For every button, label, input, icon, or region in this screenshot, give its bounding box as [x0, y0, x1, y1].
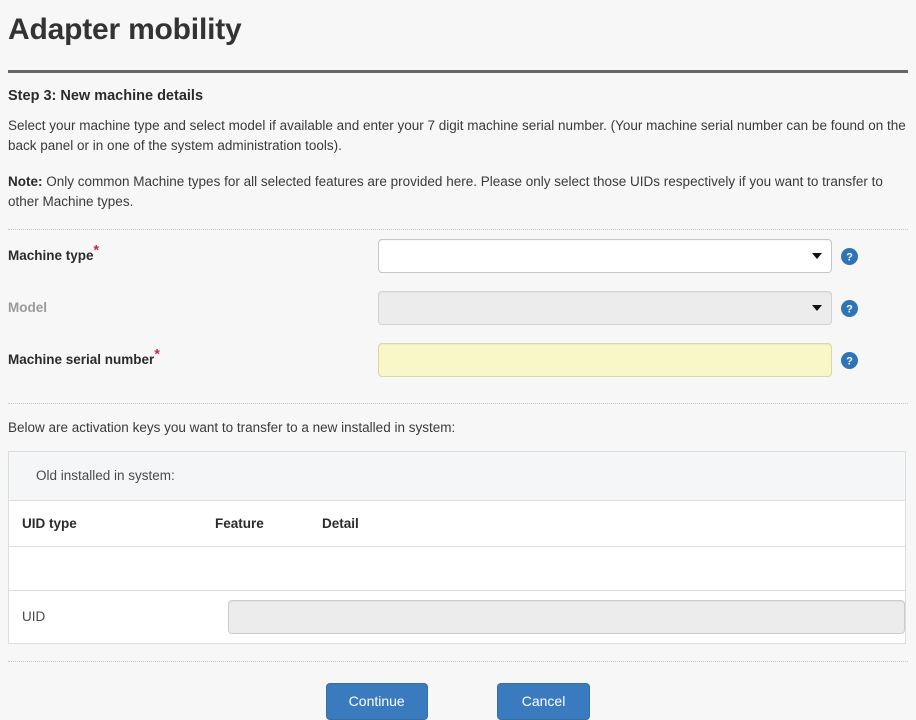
cancel-button[interactable]: Cancel — [496, 683, 591, 720]
machine-type-label: Machine type* — [8, 243, 378, 264]
column-header-detail: Detail — [322, 516, 359, 531]
model-label: Model — [8, 300, 47, 315]
note-body: Only common Machine types for all select… — [8, 174, 883, 209]
model-selected-value — [379, 292, 831, 324]
note-text: Note: Only common Machine types for all … — [8, 172, 908, 212]
model-field-wrap: ? — [378, 291, 858, 325]
help-icon[interactable]: ? — [841, 247, 858, 265]
uid-row: UID — [9, 591, 905, 643]
required-marker: * — [154, 345, 160, 362]
model-select[interactable] — [378, 291, 832, 325]
uid-label: UID — [22, 609, 46, 624]
activation-keys-table: Old installed in system: UID type Featur… — [8, 451, 906, 644]
uid-input[interactable] — [228, 600, 905, 634]
machine-serial-number-label: Machine serial number* — [8, 347, 378, 368]
machine-type-selected-value — [379, 240, 831, 272]
machine-type-field-wrap: ? — [378, 239, 858, 273]
svg-text:?: ? — [846, 251, 853, 263]
chevron-down-icon — [812, 305, 822, 311]
table-header-row: UID type Feature Detail — [9, 501, 905, 547]
machine-serial-number-field-wrap: ? — [378, 343, 858, 377]
actions-divider — [8, 661, 908, 662]
action-buttons: Continue Cancel — [8, 683, 908, 720]
svg-text:?: ? — [846, 355, 853, 367]
note-label: Note: — [8, 174, 43, 189]
adapter-mobility-page: Adapter mobility Step 3: New machine det… — [0, 0, 916, 720]
help-icon[interactable]: ? — [841, 351, 858, 369]
chevron-down-icon — [812, 253, 822, 259]
page-title: Adapter mobility — [8, 13, 242, 46]
intro-text: Select your machine type and select mode… — [8, 118, 906, 153]
machine-serial-number-label-text: Machine serial number — [8, 352, 155, 367]
machine-type-select[interactable] — [378, 239, 832, 273]
continue-button[interactable]: Continue — [325, 683, 428, 720]
help-icon[interactable]: ? — [841, 299, 858, 317]
machine-type-row: Machine type* ? — [8, 230, 908, 282]
form-bottom-divider — [8, 403, 908, 404]
model-row: Model ? — [8, 282, 908, 334]
table-empty-row — [9, 547, 905, 591]
svg-text:?: ? — [846, 303, 853, 315]
machine-details-form: Machine type* ? Model ? Machine serial n… — [8, 230, 908, 386]
column-header-feature: Feature — [215, 516, 264, 531]
title-divider — [8, 70, 908, 73]
machine-serial-number-input[interactable] — [378, 343, 832, 377]
transfer-intro-text: Below are activation keys you want to tr… — [8, 420, 456, 435]
required-marker: * — [93, 241, 99, 258]
table-caption: Old installed in system: — [9, 452, 905, 501]
machine-serial-number-row: Machine serial number* ? — [8, 334, 908, 386]
step-heading: Step 3: New machine details — [8, 88, 204, 104]
machine-type-label-text: Machine type — [8, 248, 94, 263]
column-header-uid-type: UID type — [22, 516, 77, 531]
